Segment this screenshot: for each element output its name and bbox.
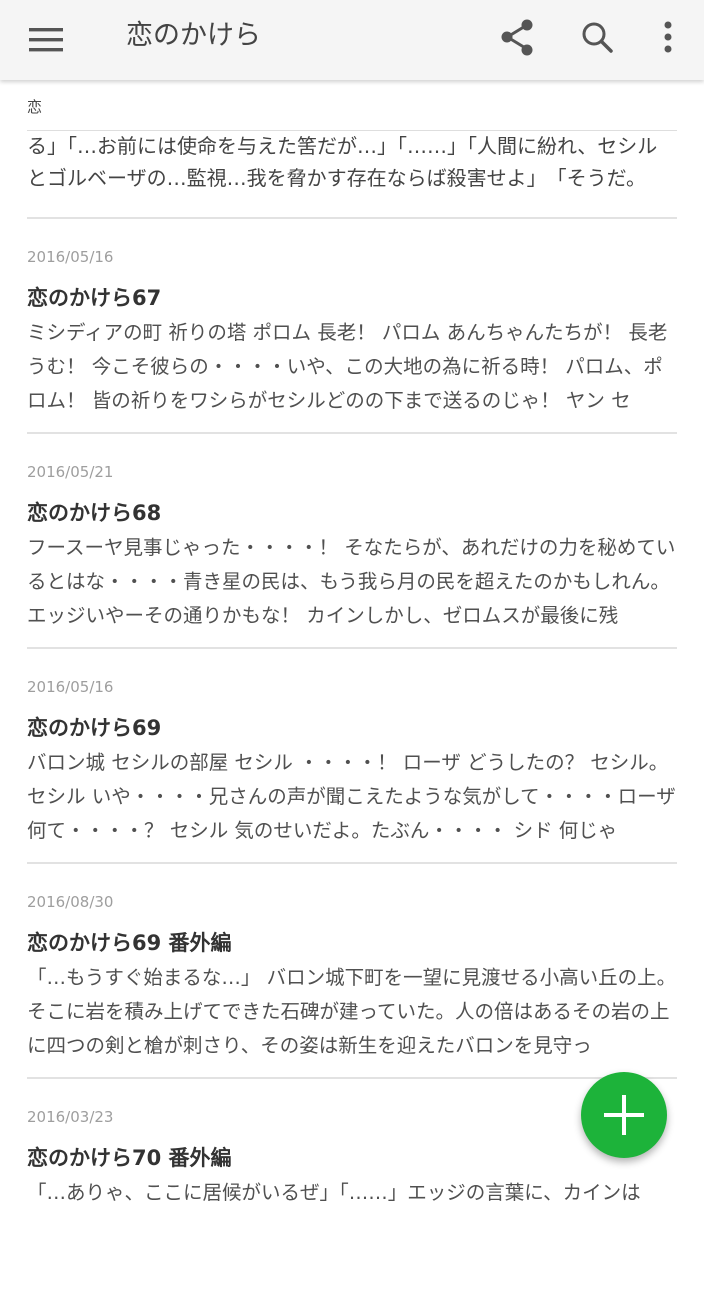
partial-excerpt: る」「…お前には使命を与えた筈だが…」「……」「人間に紛れ、セシルとゴルベーザの… [27,134,658,190]
item-excerpt: バロン城 セシルの部屋 セシル ・・・・！ ローザ どうしたの？ セシル。 セシ… [27,751,676,842]
app-bar: 恋のかけら [0,0,704,80]
item-title: 恋のかけら70 番外編 [27,1146,232,1170]
list-item[interactable]: 2016/05/16 恋のかけら67 ミシディアの町 祈りの塔 ポロム 長老！ … [0,218,704,432]
item-date: 2016/03/23 [27,1108,114,1126]
item-title: 恋のかけら69 番外編 [27,931,232,955]
item-excerpt: 「…ありゃ、ここに居候がいるぜ」「……」エッジの言葉に、カインは [27,1181,641,1204]
item-title: 恋のかけら69 [27,716,162,740]
item-excerpt: 「…もうすぐ始まるな…」 バロン城下町を一望に見渡せる小高い丘の上。そこに岩を積… [27,966,677,1057]
menu-icon[interactable] [26,22,66,58]
list-item[interactable]: 2016/05/21 恋のかけら68 フースーヤ見事じゃった・・・・！ そなたら… [0,433,704,647]
item-date: 2016/05/16 [27,248,114,266]
more-vert-icon[interactable] [646,16,690,60]
app-title: 恋のかけら [126,20,261,51]
plus-icon [604,1095,644,1135]
item-date: 2016/05/21 [27,463,114,481]
item-title: 恋のかけら67 [27,286,162,310]
item-date: 2016/05/16 [27,678,114,696]
list-item[interactable]: 2016/05/16 恋のかけら69 バロン城 セシルの部屋 セシル ・・・・！… [0,648,704,862]
item-excerpt: フースーヤ見事じゃった・・・・！ そなたらが、あれだけの力を秘めているとはな・・… [27,536,676,627]
list-item[interactable]: 2016/08/30 恋のかけら69 番外編 「…もうすぐ始まるな…」 バロン城… [0,863,704,1077]
partial-title: 恋 [27,98,43,116]
search-icon[interactable] [576,16,620,60]
share-icon[interactable] [496,16,540,60]
item-title: 恋のかけら68 [27,501,162,525]
add-note-button[interactable] [581,1072,667,1158]
item-excerpt: ミシディアの町 祈りの塔 ポロム 長老！ パロム あんちゃんたちが！ 長老 うむ… [27,321,668,412]
item-date: 2016/08/30 [27,893,114,911]
list-item-partial[interactable]: 恋 る」「…お前には使命を与えた筈だが…」「……」「人間に紛れ、セシルとゴルベー… [0,80,704,218]
